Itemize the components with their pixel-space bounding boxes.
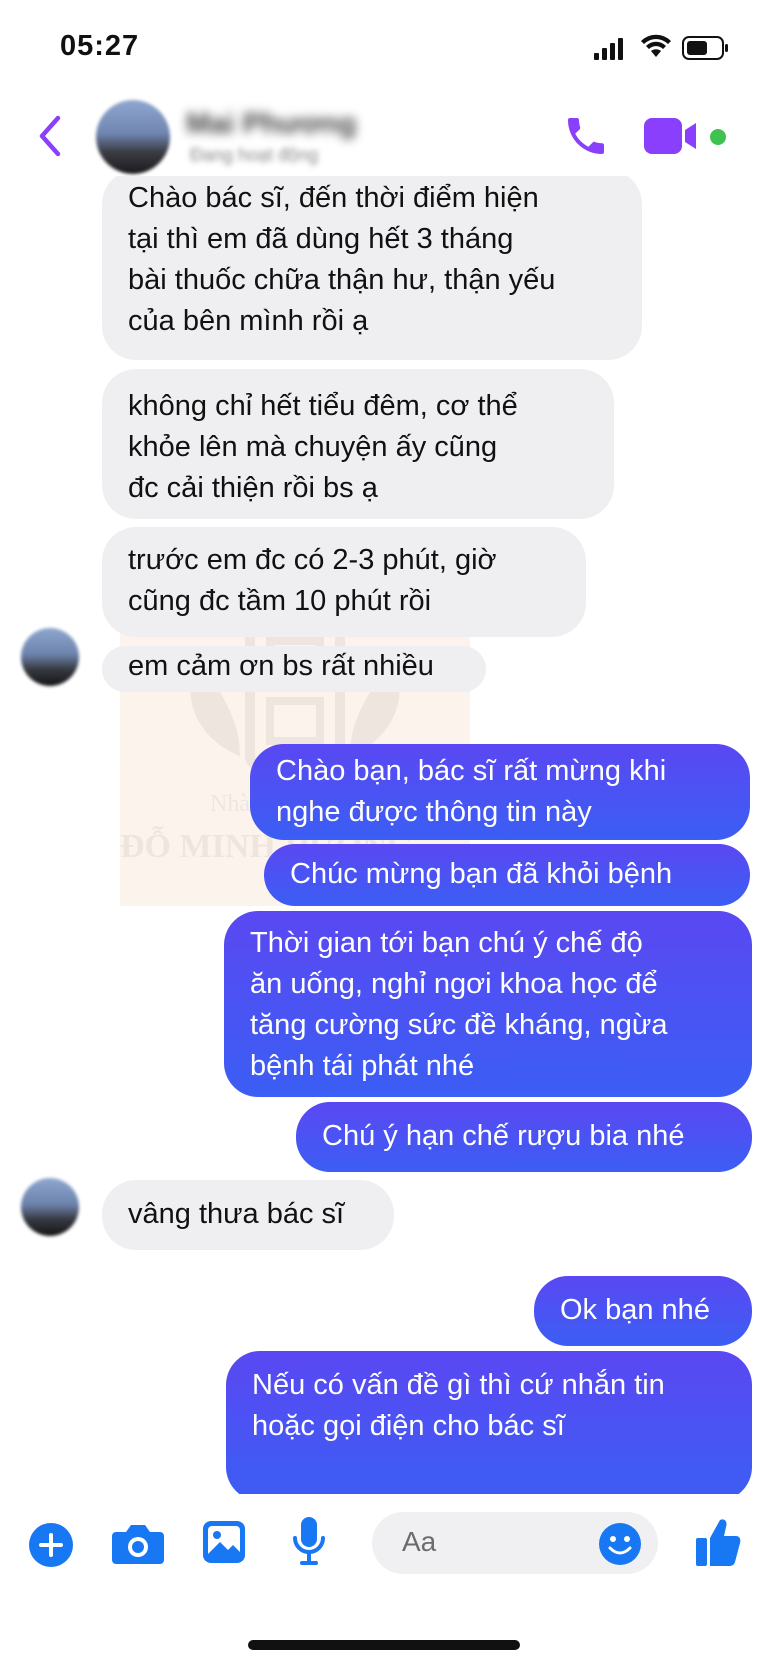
- image-gallery-icon[interactable]: [202, 1520, 246, 1564]
- outgoing-message[interactable]: Nếu có vấn đề gì thì cứ nhắn tin hoặc gọ…: [226, 1351, 752, 1494]
- incoming-message[interactable]: Chào bác sĩ, đến thời điểm hiện tại thì …: [102, 176, 642, 360]
- incoming-message[interactable]: vâng thưa bác sĩ: [102, 1180, 394, 1250]
- camera-icon[interactable]: [112, 1520, 164, 1566]
- outgoing-message[interactable]: Chú ý hạn chế rượu bia nhé: [296, 1102, 752, 1172]
- phone-call-icon[interactable]: [562, 112, 610, 160]
- home-indicator: [248, 1640, 520, 1650]
- contact-avatar-small[interactable]: [21, 628, 79, 686]
- emoji-icon[interactable]: [598, 1522, 642, 1566]
- message-list[interactable]: Nhà thuốc ĐỖ MINH ĐƯỜNG Chào bác sĩ, đến…: [0, 176, 768, 1494]
- status-time: 05:27: [60, 30, 140, 62]
- cellular-signal-icon: [594, 38, 623, 60]
- contact-avatar-small[interactable]: [21, 1178, 79, 1236]
- microphone-icon[interactable]: [292, 1516, 326, 1568]
- wifi-icon: [641, 34, 671, 57]
- outgoing-message[interactable]: Chào bạn, bác sĩ rất mừng khi nghe được …: [250, 744, 750, 840]
- message-input-placeholder: Aa: [402, 1526, 437, 1557]
- outgoing-message[interactable]: Chúc mừng bạn đã khỏi bệnh: [264, 844, 750, 906]
- outgoing-message[interactable]: Thời gian tới bạn chú ý chế độ ăn uống, …: [224, 911, 752, 1097]
- contact-status: Đang hoạt động: [190, 145, 319, 165]
- incoming-message[interactable]: em cảm ơn bs rất nhiều: [102, 646, 486, 692]
- add-icon[interactable]: [28, 1522, 74, 1568]
- incoming-message[interactable]: không chỉ hết tiểu đêm, cơ thể khỏe lên …: [102, 369, 614, 519]
- back-chevron-icon[interactable]: [34, 114, 68, 158]
- video-call-icon[interactable]: [644, 116, 706, 156]
- contact-avatar[interactable]: [96, 100, 170, 174]
- conversation-header: Mai Phương Đang hoạt động: [0, 100, 768, 180]
- thumbs-up-icon[interactable]: [694, 1516, 742, 1568]
- contact-name[interactable]: Mai Phương: [186, 108, 357, 141]
- message-composer: Aa: [0, 1494, 768, 1598]
- status-bar: 05:27: [0, 0, 768, 100]
- online-status-dot: [710, 129, 726, 145]
- battery-icon: [682, 36, 728, 60]
- incoming-message[interactable]: trước em đc có 2-3 phút, giờ cũng đc tầm…: [102, 527, 586, 637]
- outgoing-message[interactable]: Ok bạn nhé: [534, 1276, 752, 1346]
